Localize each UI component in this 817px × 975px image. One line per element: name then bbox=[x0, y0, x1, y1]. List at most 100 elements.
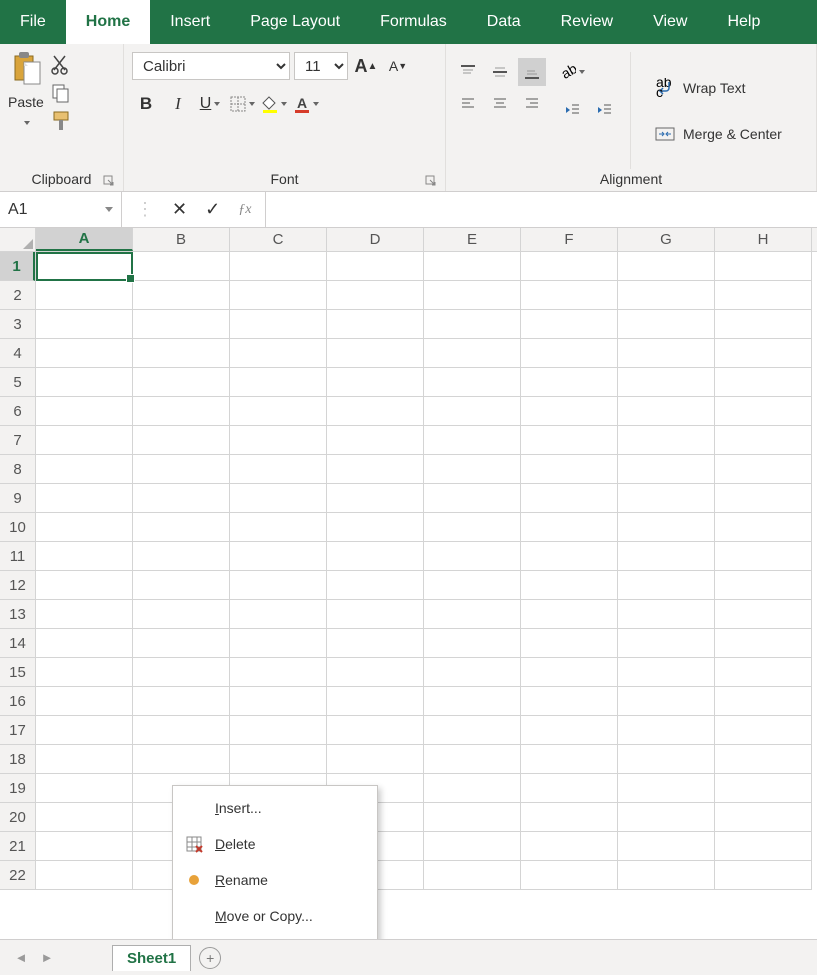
cell[interactable] bbox=[424, 745, 521, 774]
font-size-select[interactable]: 11 bbox=[294, 52, 348, 80]
wrap-text-button[interactable]: abc Wrap Text bbox=[649, 70, 788, 106]
cell[interactable] bbox=[424, 310, 521, 339]
cell[interactable] bbox=[133, 542, 230, 571]
cell[interactable] bbox=[36, 745, 133, 774]
row-header[interactable]: 6 bbox=[0, 397, 35, 426]
cell[interactable] bbox=[424, 426, 521, 455]
cell[interactable] bbox=[715, 629, 812, 658]
align-left-icon[interactable] bbox=[454, 90, 482, 118]
cell[interactable] bbox=[327, 658, 424, 687]
name-box[interactable]: A1 bbox=[0, 192, 122, 227]
cell[interactable] bbox=[230, 745, 327, 774]
column-header[interactable]: F bbox=[521, 228, 618, 251]
cell[interactable] bbox=[133, 484, 230, 513]
ctx-delete[interactable]: Delete bbox=[173, 826, 377, 862]
cell[interactable] bbox=[618, 774, 715, 803]
tab-home[interactable]: Home bbox=[66, 0, 150, 44]
cell[interactable] bbox=[327, 745, 424, 774]
row-header[interactable]: 16 bbox=[0, 687, 35, 716]
cell[interactable] bbox=[521, 397, 618, 426]
cell[interactable] bbox=[424, 629, 521, 658]
cell[interactable] bbox=[618, 571, 715, 600]
cell[interactable] bbox=[230, 368, 327, 397]
cell[interactable] bbox=[36, 542, 133, 571]
cell[interactable] bbox=[230, 281, 327, 310]
tab-page-layout[interactable]: Page Layout bbox=[230, 0, 360, 44]
cell[interactable] bbox=[618, 542, 715, 571]
cell[interactable] bbox=[618, 832, 715, 861]
cell[interactable] bbox=[618, 281, 715, 310]
cell[interactable] bbox=[618, 745, 715, 774]
cell[interactable] bbox=[424, 803, 521, 832]
cell[interactable] bbox=[618, 600, 715, 629]
cell[interactable] bbox=[36, 252, 133, 281]
cell[interactable] bbox=[36, 397, 133, 426]
cell[interactable] bbox=[715, 745, 812, 774]
decrease-font-icon[interactable]: A▼ bbox=[384, 52, 412, 80]
cell[interactable] bbox=[133, 339, 230, 368]
align-top-icon[interactable] bbox=[454, 58, 482, 86]
cell[interactable] bbox=[618, 513, 715, 542]
row-header[interactable]: 4 bbox=[0, 339, 35, 368]
cell[interactable] bbox=[133, 310, 230, 339]
cell[interactable] bbox=[133, 571, 230, 600]
cell[interactable] bbox=[230, 687, 327, 716]
cell[interactable] bbox=[133, 687, 230, 716]
borders-button[interactable] bbox=[228, 90, 256, 118]
cell[interactable] bbox=[424, 658, 521, 687]
cell[interactable] bbox=[36, 687, 133, 716]
cell[interactable] bbox=[133, 455, 230, 484]
ctx-insert[interactable]: Insert... bbox=[173, 790, 377, 826]
cell[interactable] bbox=[618, 252, 715, 281]
cell[interactable] bbox=[521, 281, 618, 310]
cell[interactable] bbox=[618, 484, 715, 513]
sheet-nav-prev-icon[interactable]: ◄ bbox=[12, 950, 30, 965]
underline-button[interactable]: U bbox=[196, 90, 224, 118]
enter-formula-icon[interactable]: ✓ bbox=[205, 199, 220, 220]
column-header[interactable]: C bbox=[230, 228, 327, 251]
bold-button[interactable]: B bbox=[132, 90, 160, 118]
cell[interactable] bbox=[327, 368, 424, 397]
clipboard-dialog-launcher-icon[interactable] bbox=[103, 175, 115, 187]
cell[interactable] bbox=[715, 571, 812, 600]
cell[interactable] bbox=[715, 600, 812, 629]
row-header[interactable]: 12 bbox=[0, 571, 35, 600]
cell[interactable] bbox=[230, 658, 327, 687]
cell[interactable] bbox=[36, 513, 133, 542]
cell[interactable] bbox=[618, 687, 715, 716]
cell[interactable] bbox=[618, 368, 715, 397]
align-middle-icon[interactable] bbox=[486, 58, 514, 86]
cell[interactable] bbox=[327, 513, 424, 542]
cell[interactable] bbox=[715, 397, 812, 426]
cell[interactable] bbox=[424, 397, 521, 426]
cell[interactable] bbox=[36, 774, 133, 803]
cell[interactable] bbox=[36, 861, 133, 890]
cell[interactable] bbox=[327, 339, 424, 368]
column-header[interactable]: B bbox=[133, 228, 230, 251]
cell[interactable] bbox=[715, 687, 812, 716]
cell[interactable] bbox=[36, 310, 133, 339]
cell[interactable] bbox=[521, 774, 618, 803]
column-header[interactable]: H bbox=[715, 228, 812, 251]
cell[interactable] bbox=[521, 658, 618, 687]
cell[interactable] bbox=[715, 310, 812, 339]
cell[interactable] bbox=[715, 368, 812, 397]
format-painter-icon[interactable] bbox=[50, 110, 72, 132]
cell[interactable] bbox=[618, 426, 715, 455]
tab-data[interactable]: Data bbox=[467, 0, 541, 44]
cell[interactable] bbox=[521, 571, 618, 600]
column-header[interactable]: A bbox=[36, 228, 133, 251]
cell[interactable] bbox=[36, 484, 133, 513]
row-header[interactable]: 21 bbox=[0, 832, 35, 861]
italic-button[interactable]: I bbox=[164, 90, 192, 118]
increase-indent-icon[interactable] bbox=[590, 96, 618, 124]
cell[interactable] bbox=[715, 658, 812, 687]
align-center-icon[interactable] bbox=[486, 90, 514, 118]
cell[interactable] bbox=[133, 629, 230, 658]
cell[interactable] bbox=[133, 658, 230, 687]
ctx-rename[interactable]: Rename bbox=[173, 862, 377, 898]
cell[interactable] bbox=[327, 310, 424, 339]
row-header[interactable]: 19 bbox=[0, 774, 35, 803]
paste-dropdown-icon[interactable] bbox=[21, 112, 30, 128]
cell[interactable] bbox=[521, 832, 618, 861]
